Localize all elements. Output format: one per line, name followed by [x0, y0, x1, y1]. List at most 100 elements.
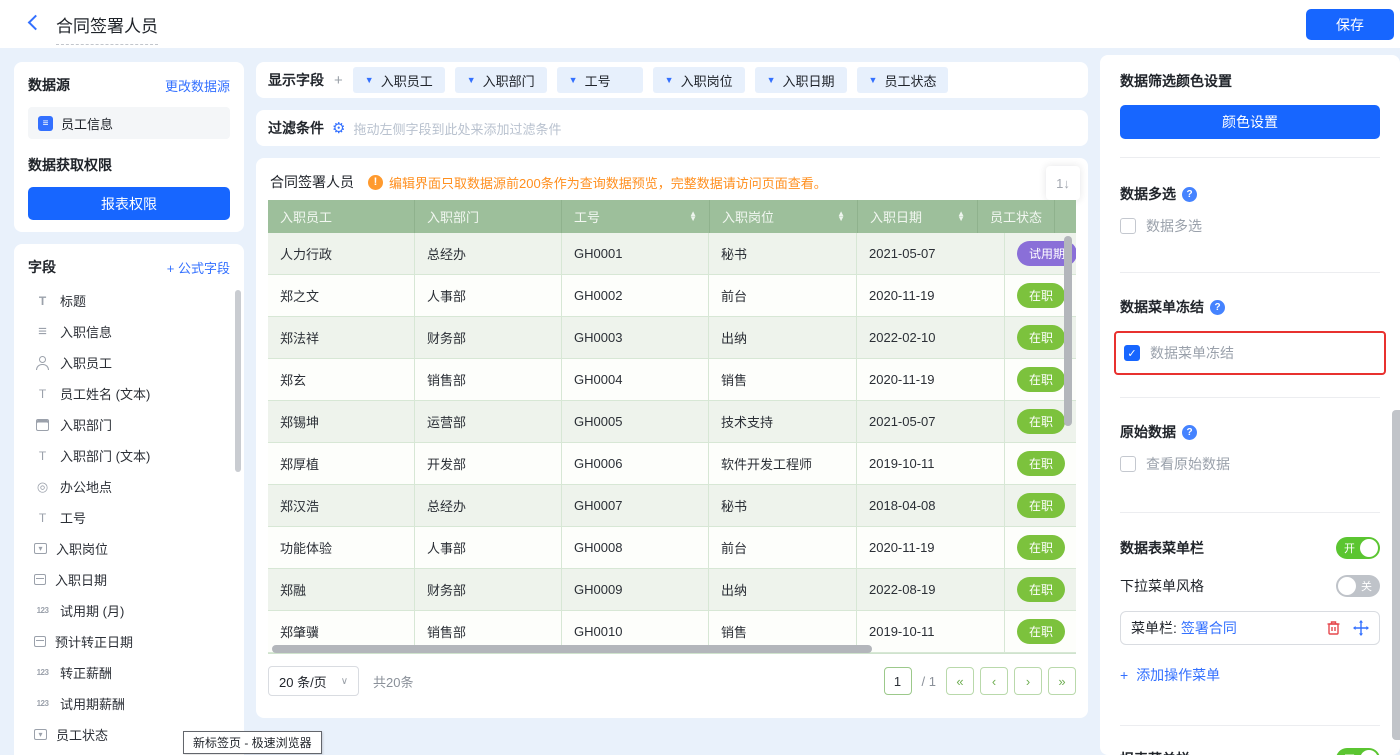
report-permission-button[interactable]: 报表权限: [28, 187, 230, 220]
cell-date: 2021-05-07: [857, 233, 1005, 275]
chip-label: 入职员工: [381, 71, 433, 90]
chevron-down-icon: ▼: [665, 75, 674, 85]
warning-icon: !: [368, 175, 383, 190]
table-header-cell[interactable]: 入职岗位 ▲▼: [710, 200, 858, 233]
display-field-chip[interactable]: ▼ 入职日期: [755, 67, 847, 93]
display-field-chip[interactable]: ▼ 入职部门: [455, 67, 547, 93]
field-type-icon: [34, 323, 51, 340]
table-menu-toggle[interactable]: 开: [1336, 537, 1380, 559]
raw-data-label: 查看原始数据: [1146, 454, 1230, 474]
pager-button[interactable]: ›: [1014, 667, 1042, 695]
table-header-cell[interactable]: 入职员工 ▲▼: [268, 200, 415, 233]
cell-date: 2020-11-19: [857, 359, 1005, 401]
sort-arrows-icon[interactable]: ▲▼: [837, 212, 845, 222]
dropdown-style-toggle[interactable]: 关: [1336, 575, 1380, 597]
sort-arrows-icon[interactable]: ▲▼: [689, 212, 697, 222]
table-row: 郑法祥 财务部 GH0003 出纳 2022-02-10 在职: [268, 317, 1076, 359]
field-item[interactable]: 工号: [28, 502, 230, 533]
help-icon[interactable]: ?: [1182, 425, 1197, 440]
browser-tooltip: 新标签页 - 极速浏览器: [183, 731, 322, 754]
pager-button[interactable]: ‹: [980, 667, 1008, 695]
table-header-cell[interactable]: 工号 ▲▼: [562, 200, 710, 233]
field-item-label: 员工状态: [56, 725, 108, 744]
table-horizontal-scrollbar[interactable]: [272, 645, 872, 653]
display-fields-label: 显示字段: [268, 70, 324, 90]
back-icon[interactable]: [28, 15, 44, 31]
column-label: 入职岗位: [722, 207, 774, 226]
field-item[interactable]: 入职员工: [28, 347, 230, 378]
field-item[interactable]: 预计转正日期: [28, 626, 230, 657]
cell-date: 2022-08-19: [857, 569, 1005, 611]
pager-button[interactable]: «: [946, 667, 974, 695]
cell-post: 出纳: [709, 569, 857, 611]
raw-data-checkbox[interactable]: [1120, 456, 1136, 472]
field-item[interactable]: 入职日期: [28, 564, 230, 595]
field-item-label: 入职部门 (文本): [60, 446, 150, 465]
cell-id: GH0006: [562, 443, 709, 485]
field-item[interactable]: 入职信息: [28, 316, 230, 347]
pager-buttons: « ‹ › »: [946, 667, 1076, 695]
menu-freeze-highlight: 数据菜单冻结: [1114, 331, 1386, 375]
field-item-label: 入职部门: [60, 415, 112, 434]
display-field-chip[interactable]: ▼ 入职员工: [353, 67, 445, 93]
help-icon[interactable]: ?: [1210, 300, 1225, 315]
save-button[interactable]: 保存: [1306, 9, 1394, 40]
field-item[interactable]: 转正薪酬: [28, 657, 230, 688]
pager-button[interactable]: »: [1048, 667, 1076, 695]
fields-scrollbar[interactable]: [235, 290, 241, 472]
add-display-field-button[interactable]: +: [334, 72, 343, 89]
page-scrollbar[interactable]: [1392, 410, 1400, 740]
multi-select-checkbox[interactable]: [1120, 218, 1136, 234]
cell-date: 2021-05-07: [857, 401, 1005, 443]
help-icon[interactable]: ?: [1182, 187, 1197, 202]
move-icon[interactable]: [1353, 620, 1369, 636]
report-menu-toggle[interactable]: 开: [1336, 748, 1380, 755]
field-item[interactable]: 试用期 (月): [28, 595, 230, 626]
table-vertical-scrollbar[interactable]: [1064, 236, 1072, 426]
datasource-item[interactable]: ≡ 员工信息: [28, 107, 230, 139]
change-datasource-link[interactable]: 更改数据源: [165, 76, 230, 95]
menu-freeze-checkbox[interactable]: [1124, 345, 1140, 361]
cell-date: 2019-10-11: [857, 443, 1005, 485]
add-formula-field-link[interactable]: + 公式字段: [167, 258, 230, 277]
datasource-title: 数据源: [28, 75, 70, 95]
chevron-down-icon: ▼: [365, 75, 374, 85]
fields-card: 字段 + 公式字段 标题 入职信息 入职员工: [14, 244, 244, 755]
field-item[interactable]: 员工姓名 (文本): [28, 378, 230, 409]
cell-status: 在职: [1005, 485, 1076, 527]
table-row: 郑融 财务部 GH0009 出纳 2022-08-19 在职: [268, 569, 1076, 611]
display-field-chip[interactable]: ▼ 工号: [557, 67, 643, 93]
table-body: 人力行政 总经办 GH0001 秘书 2021-05-07 试用期 郑之文 人事…: [268, 233, 1076, 653]
cell-name: 郑之文: [268, 275, 415, 317]
table-header-cell[interactable]: 员工状态 ▲▼: [978, 200, 1055, 233]
menu-bar-value-link[interactable]: 签署合同: [1181, 618, 1237, 638]
cell-name: 功能体验: [268, 527, 415, 569]
chevron-down-icon: ∨: [341, 676, 348, 687]
add-action-menu-link[interactable]: + 添加操作菜单: [1120, 665, 1220, 685]
display-field-chip[interactable]: ▼ 入职岗位: [653, 67, 745, 93]
field-item[interactable]: 试用期薪酬: [28, 688, 230, 719]
status-badge: 在职: [1017, 367, 1065, 392]
page-size-select[interactable]: 20 条/页 ∨: [268, 666, 359, 696]
table-row: 郑玄 销售部 GH0004 销售 2020-11-19 在职: [268, 359, 1076, 401]
field-item[interactable]: 标题: [28, 285, 230, 316]
field-item[interactable]: 办公地点: [28, 471, 230, 502]
app-root: 合同签署人员 保存 数据源 更改数据源 ≡ 员工信息 数据获取权限 报表权限 字…: [0, 0, 1400, 755]
raw-data-row: 查看原始数据: [1120, 454, 1380, 474]
page-number-input[interactable]: [884, 667, 912, 695]
data-table: 入职员工 ▲▼ 入职部门 ▲▼ 工号 ▲▼ 入职岗位: [268, 200, 1076, 654]
display-field-chip[interactable]: ▼ 员工状态: [857, 67, 949, 93]
color-setting-button[interactable]: 颜色设置: [1120, 105, 1380, 139]
cell-post: 技术支持: [709, 401, 857, 443]
table-header-cell[interactable]: 入职日期 ▲▼: [858, 200, 978, 233]
sort-arrows-icon[interactable]: ▲▼: [957, 212, 965, 222]
field-item[interactable]: 入职部门: [28, 409, 230, 440]
gear-icon[interactable]: ⚙: [332, 119, 345, 137]
table-header-cell[interactable]: 入职部门 ▲▼: [415, 200, 562, 233]
field-item[interactable]: 入职岗位: [28, 533, 230, 564]
trash-icon[interactable]: [1326, 620, 1341, 636]
field-item-label: 工号: [60, 508, 86, 527]
field-type-icon: [34, 479, 51, 495]
sort-tool-button[interactable]: 1↓: [1046, 166, 1080, 200]
field-item[interactable]: 入职部门 (文本): [28, 440, 230, 471]
